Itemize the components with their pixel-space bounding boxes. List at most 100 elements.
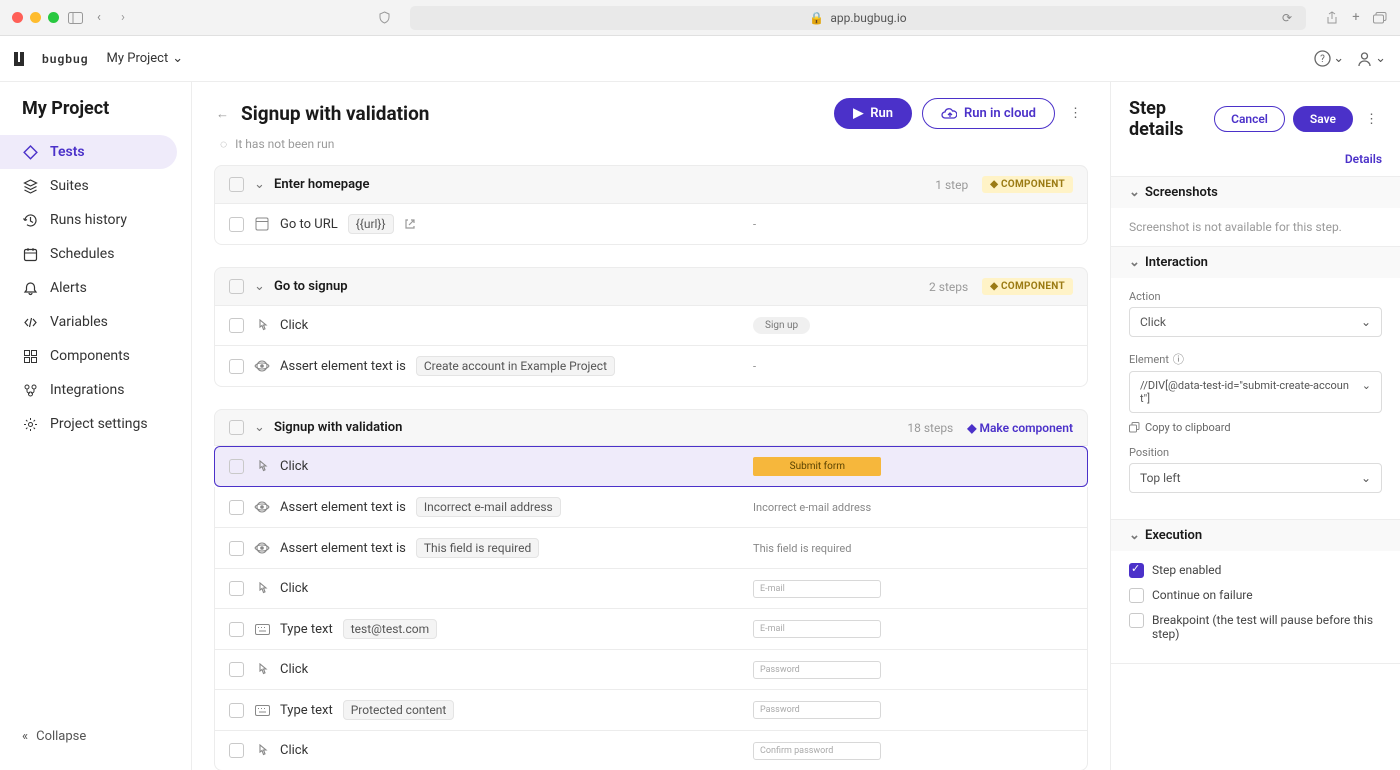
step-row[interactable]: Assert element text isIncorrect e-mail a… — [214, 487, 1088, 528]
step-row[interactable]: ClickSubmit form — [214, 446, 1088, 487]
sidebar-item-runs-history[interactable]: Runs history — [0, 203, 177, 237]
step-action: Assert element text is — [280, 359, 406, 374]
step-row[interactable]: ClickE-mail — [214, 569, 1088, 609]
step-row[interactable]: Assert element text isCreate account in … — [214, 346, 1088, 387]
more-menu[interactable]: ⋮ — [1065, 102, 1086, 125]
section-interaction-toggle[interactable]: ⌄Interaction — [1111, 247, 1400, 278]
checkbox[interactable] — [229, 177, 244, 192]
step-row[interactable]: ClickPassword — [214, 650, 1088, 690]
window-maximize[interactable] — [48, 12, 59, 23]
cancel-button[interactable]: Cancel — [1214, 106, 1285, 132]
details-more-menu[interactable]: ⋮ — [1361, 108, 1382, 131]
sidebar-toggle-icon[interactable] — [67, 12, 83, 24]
reload-icon[interactable]: ⟳ — [1282, 11, 1292, 25]
run-button[interactable]: ▶ Run — [834, 98, 912, 129]
sidebar-item-project-settings[interactable]: Project settings — [0, 407, 177, 441]
back-icon[interactable]: ← — [216, 106, 229, 122]
checkbox[interactable] — [229, 541, 244, 556]
sidebar-item-suites[interactable]: Suites — [0, 169, 177, 203]
sidebar: My Project TestsSuitesRuns historySchedu… — [0, 82, 192, 770]
checkbox[interactable] — [229, 662, 244, 677]
window-close[interactable] — [12, 12, 23, 23]
element-input[interactable]: //DIV[@data-test-id="submit-create-accou… — [1129, 371, 1382, 413]
step-action: Assert element text is — [280, 541, 406, 556]
continue-on-failure-check[interactable]: Continue on failure — [1129, 588, 1382, 603]
sidebar-item-components[interactable]: Components — [0, 339, 177, 373]
chevron-down-icon: ⌄ — [254, 177, 264, 192]
click-icon — [254, 460, 270, 474]
group-title: Go to signup — [274, 279, 348, 294]
calendar-icon — [22, 247, 38, 262]
chevron-down-icon: ⌄ — [172, 51, 183, 66]
logo[interactable]: bugbug — [14, 52, 89, 66]
share-icon[interactable] — [1324, 11, 1340, 25]
step-row[interactable]: ClickSign up — [214, 306, 1088, 346]
step-row[interactable]: ClickConfirm password — [214, 731, 1088, 770]
section-screenshots-toggle[interactable]: ⌄Screenshots — [1111, 177, 1400, 208]
checkbox[interactable] — [229, 622, 244, 637]
action-select[interactable]: Click ⌄ — [1129, 307, 1382, 337]
new-tab-icon[interactable]: + — [1348, 10, 1364, 25]
traffic-lights — [12, 12, 59, 23]
group-header[interactable]: ⌄Signup with validation18 steps◆ Make co… — [214, 409, 1088, 446]
step-group: ⌄Signup with validation18 steps◆ Make co… — [214, 409, 1088, 770]
step-row[interactable]: Go to URL{{url}}- — [214, 204, 1088, 245]
sidebar-item-tests[interactable]: Tests — [0, 135, 177, 169]
nav-label: Suites — [50, 178, 89, 194]
make-component-link[interactable]: ◆ Make component — [967, 421, 1073, 435]
nav-label: Alerts — [50, 280, 87, 296]
checkbox[interactable] — [229, 420, 244, 435]
checkbox[interactable] — [229, 581, 244, 596]
step-action: Click — [280, 662, 308, 677]
copy-icon — [1129, 422, 1140, 433]
step-row[interactable]: Assert element text isThis field is requ… — [214, 528, 1088, 569]
position-select[interactable]: Top left ⌄ — [1129, 463, 1382, 493]
copy-clipboard[interactable]: Copy to clipboard — [1129, 421, 1382, 434]
details-link[interactable]: Details — [1111, 148, 1400, 177]
checkbox[interactable] — [229, 279, 244, 294]
tabs-icon[interactable] — [1372, 12, 1388, 24]
window-minimize[interactable] — [30, 12, 41, 23]
checkbox[interactable] — [229, 217, 244, 232]
group-header[interactable]: ⌄Go to signup2 steps◆ COMPONENT — [214, 267, 1088, 306]
checkbox[interactable] — [229, 500, 244, 515]
shield-icon[interactable] — [376, 11, 392, 24]
run-cloud-button[interactable]: Run in cloud — [922, 98, 1055, 129]
step-row[interactable]: Type texttest@test.comE-mail — [214, 609, 1088, 650]
sidebar-item-integrations[interactable]: Integrations — [0, 373, 177, 407]
breakpoint-check[interactable]: Breakpoint (the test will pause before t… — [1129, 613, 1382, 641]
preview-input: E-mail — [753, 620, 881, 638]
sidebar-item-variables[interactable]: Variables — [0, 305, 177, 339]
project-dropdown[interactable]: My Project ⌄ — [107, 51, 184, 66]
collapse-sidebar[interactable]: « Collapse — [0, 719, 191, 754]
checkbox[interactable] — [229, 703, 244, 718]
sidebar-item-schedules[interactable]: Schedules — [0, 237, 177, 271]
component-badge: ◆ COMPONENT — [982, 176, 1073, 193]
nav-label: Schedules — [50, 246, 114, 262]
save-button[interactable]: Save — [1293, 106, 1353, 132]
url-bar[interactable]: 🔒 app.bugbug.io ⟳ — [410, 6, 1306, 30]
sidebar-item-alerts[interactable]: Alerts — [0, 271, 177, 305]
external-link-icon[interactable] — [404, 218, 416, 230]
help-icon[interactable]: ⓘ — [1173, 351, 1184, 367]
checkbox[interactable] — [229, 318, 244, 333]
help-dropdown[interactable]: ? ⌄ — [1314, 50, 1344, 67]
step-row[interactable]: Type textProtected contentPassword — [214, 690, 1088, 731]
section-execution-toggle[interactable]: ⌄Execution — [1111, 520, 1400, 551]
step-enabled-check[interactable]: Step enabled — [1129, 563, 1382, 578]
user-menu[interactable]: ⌄ — [1356, 50, 1386, 67]
nav-label: Variables — [50, 314, 108, 330]
checkbox[interactable] — [229, 459, 244, 474]
checkbox[interactable] — [229, 743, 244, 758]
nav-back-icon[interactable]: ‹ — [91, 10, 107, 25]
group-header[interactable]: ⌄Enter homepage1 step◆ COMPONENT — [214, 165, 1088, 204]
gear-icon — [22, 417, 38, 432]
checkbox-icon — [1129, 613, 1144, 628]
preview-pill: Sign up — [753, 317, 810, 334]
click-icon — [254, 319, 270, 333]
checkbox[interactable] — [229, 359, 244, 374]
nav-label: Project settings — [50, 416, 148, 432]
nav-forward-icon: › — [115, 10, 131, 25]
step-action: Assert element text is — [280, 500, 406, 515]
section-execution: ⌄Execution Step enabled Continue on fail… — [1111, 520, 1400, 664]
